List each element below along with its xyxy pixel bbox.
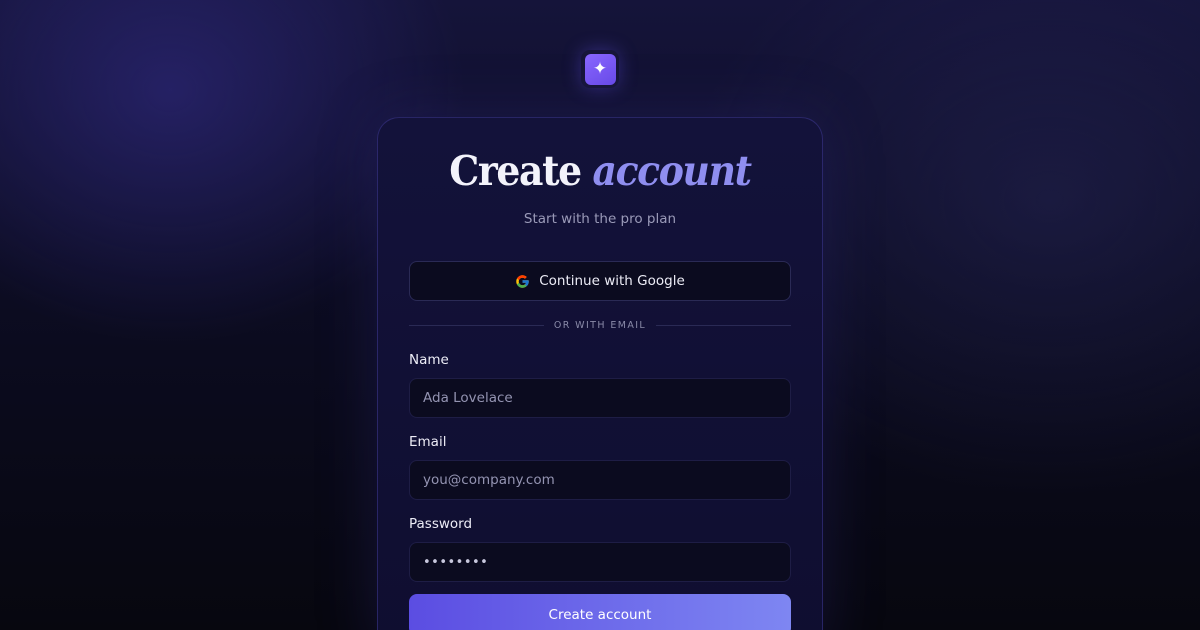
email-input[interactable]: you@company.com bbox=[409, 460, 791, 500]
sparkle-icon: ✦ bbox=[584, 53, 616, 85]
logo-glyph: ✦ bbox=[592, 58, 608, 79]
title-accent: account bbox=[592, 147, 753, 195]
password-input[interactable]: •••••••• bbox=[409, 542, 791, 582]
create-account-button[interactable]: Create account bbox=[409, 594, 791, 630]
divider-line-left bbox=[409, 324, 544, 326]
or-divider: OR WITH EMAIL bbox=[409, 318, 792, 332]
divider-line-right bbox=[656, 324, 792, 326]
email-label: Email bbox=[409, 434, 447, 450]
page-title: Create account bbox=[48, 147, 1152, 195]
name-input[interactable]: Ada Lovelace bbox=[409, 378, 791, 418]
google-icon bbox=[516, 274, 529, 288]
password-label: Password bbox=[409, 516, 473, 532]
title-main: Create bbox=[449, 147, 582, 195]
page-subtitle: Start with the pro plan bbox=[523, 211, 677, 227]
divider-text: OR WITH EMAIL bbox=[553, 319, 647, 331]
brand-logo: ✦ bbox=[581, 50, 619, 88]
google-button-label: Continue with Google bbox=[539, 273, 685, 289]
create-account-label: Create account bbox=[548, 607, 652, 623]
continue-with-google-button[interactable]: Continue with Google bbox=[409, 261, 791, 301]
name-label: Name bbox=[409, 352, 449, 368]
